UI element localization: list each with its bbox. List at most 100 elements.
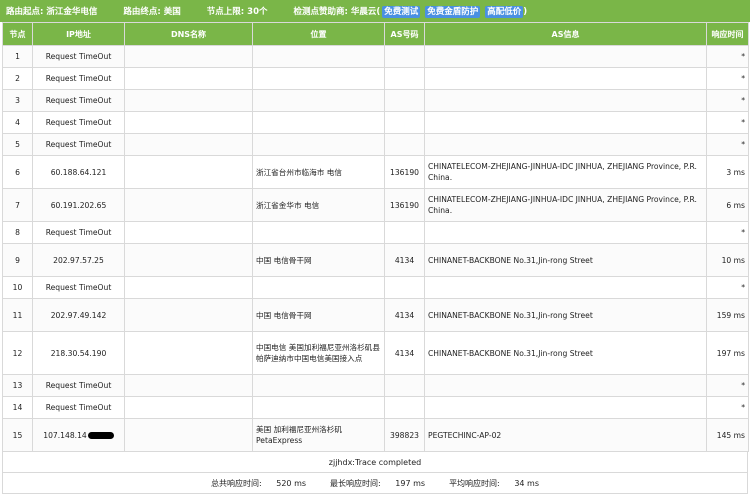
free-shield-link[interactable]: 免费金盾防护 (425, 6, 481, 18)
total-value: 520 ms (276, 478, 307, 488)
as-info-cell (424, 276, 707, 299)
as-number-cell (384, 276, 425, 299)
col-as-number: AS号码 (384, 22, 425, 46)
ip-cell: Request TimeOut (32, 221, 125, 244)
node-cell: 6 (2, 155, 33, 189)
as-number-cell (384, 111, 425, 134)
ip-cell: Request TimeOut (32, 111, 125, 134)
col-ip: IP地址 (32, 22, 125, 46)
max-value: 197 ms (395, 478, 426, 488)
location-cell (252, 374, 385, 397)
table-row: 12 218.30.54.190 中国电信 美国加利福尼亚州洛杉矶县帕萨迪纳市中… (2, 331, 749, 375)
node-cell: 3 (2, 89, 33, 112)
table-row: 11 202.97.49.142 中国 电信骨干网 4134 CHINANET-… (2, 298, 749, 332)
ip-cell-text: 107.148.14 (43, 430, 87, 440)
free-test-link[interactable]: 免费测试 (382, 6, 421, 18)
location-cell (252, 67, 385, 90)
route-origin: 路由起点: 浙江金华电信 (6, 5, 97, 17)
redaction-mark (87, 432, 114, 439)
dest-value: 美国 (163, 7, 181, 17)
response-time-cell: 197 ms (706, 331, 749, 375)
as-info-cell: CHINANET-BACKBONE No.31,Jin-rong Street (424, 243, 707, 277)
response-time-cell: 145 ms (706, 418, 749, 452)
as-number-cell (384, 133, 425, 156)
sponsor-info: 检测点赞助商: 华晨云(免费测试 免费金盾防护 高配低价) (293, 5, 528, 18)
location-cell (252, 276, 385, 299)
as-info-cell: CHINATELECOM-ZHEJIANG-JINHUA-IDC JINHUA,… (424, 188, 707, 222)
response-time-cell: * (706, 221, 749, 244)
sponsor-paren-open: ( (376, 7, 381, 17)
ip-cell: Request TimeOut (32, 89, 125, 112)
table-row: 5 Request TimeOut * (2, 133, 749, 156)
table-row: 4 Request TimeOut * (2, 111, 749, 134)
as-info-cell (424, 67, 707, 90)
dns-cell (124, 418, 253, 452)
as-info-cell (424, 374, 707, 397)
response-time-cell: 6 ms (706, 188, 749, 222)
col-as-info: AS信息 (424, 22, 707, 46)
origin-label: 路由起点: (6, 7, 44, 17)
dns-cell (124, 243, 253, 277)
location-cell (252, 221, 385, 244)
response-time-cell: * (706, 45, 749, 68)
as-info-cell (424, 221, 707, 244)
table-header-row: 节点 IP地址 DNS名称 位置 AS号码 AS信息 响应时间 (2, 22, 749, 46)
ip-cell: Request TimeOut (32, 276, 125, 299)
node-cell: 2 (2, 67, 33, 90)
ip-cell: Request TimeOut (32, 133, 125, 156)
as-number-cell (384, 89, 425, 112)
as-number-cell (384, 67, 425, 90)
node-cell: 7 (2, 188, 33, 222)
ip-cell: 107.148.14 (32, 418, 125, 452)
trace-status-text: zjjhdx:Trace completed (328, 457, 422, 467)
as-number-cell (384, 396, 425, 419)
col-response-time: 响应时间 (706, 22, 749, 46)
dns-cell (124, 111, 253, 134)
node-cell: 5 (2, 133, 33, 156)
total-label: 总共响应时间: (211, 478, 262, 488)
location-cell (252, 89, 385, 112)
dns-cell (124, 298, 253, 332)
sponsor-paren-close: ) (523, 7, 528, 17)
trace-status: zjjhdx:Trace completed (2, 452, 748, 473)
as-info-cell: PEGTECHINC-AP-02 (424, 418, 707, 452)
as-number-cell (384, 221, 425, 244)
as-number-cell (384, 45, 425, 68)
high-spec-link[interactable]: 高配低价 (485, 6, 524, 18)
ip-cell: 60.191.202.65 (32, 188, 125, 222)
node-limit: 节点上限: 30个 (207, 5, 268, 17)
response-summary: 总共响应时间: 520 ms 最长响应时间: 197 ms 平均响应时间: 34… (2, 473, 748, 494)
dns-cell (124, 89, 253, 112)
table-row: 10 Request TimeOut * (2, 276, 749, 299)
response-time-cell: * (706, 374, 749, 397)
ip-cell: 60.188.64.121 (32, 155, 125, 189)
max-response: 最长响应时间: 197 ms (324, 478, 431, 489)
traceroute-table: 节点 IP地址 DNS名称 位置 AS号码 AS信息 响应时间 1 Reques… (2, 22, 749, 452)
table-row: 8 Request TimeOut * (2, 221, 749, 244)
response-time-cell: * (706, 67, 749, 90)
avg-value: 34 ms (514, 478, 539, 488)
avg-label: 平均响应时间: (449, 478, 500, 488)
max-label: 最长响应时间: (330, 478, 381, 488)
dns-cell (124, 155, 253, 189)
location-cell (252, 45, 385, 68)
as-number-cell: 4134 (384, 298, 425, 332)
dns-cell (124, 188, 253, 222)
col-location: 位置 (252, 22, 385, 46)
limit-value: 30个 (247, 7, 268, 17)
location-cell (252, 396, 385, 419)
node-cell: 8 (2, 221, 33, 244)
as-number-cell: 398823 (384, 418, 425, 452)
response-time-cell: 10 ms (706, 243, 749, 277)
response-time-cell: * (706, 111, 749, 134)
sponsor-label: 检测点赞助商: (293, 7, 348, 17)
sponsor-link[interactable]: 华晨云 (351, 7, 377, 17)
location-cell: 浙江省台州市临海市 电信 (252, 155, 385, 189)
table-row: 3 Request TimeOut * (2, 89, 749, 112)
dns-cell (124, 331, 253, 375)
response-time-cell: * (706, 133, 749, 156)
response-time-cell: * (706, 89, 749, 112)
origin-value: 浙江金华电信 (46, 7, 98, 17)
ip-cell: 202.97.49.142 (32, 298, 125, 332)
node-cell: 12 (2, 331, 33, 375)
